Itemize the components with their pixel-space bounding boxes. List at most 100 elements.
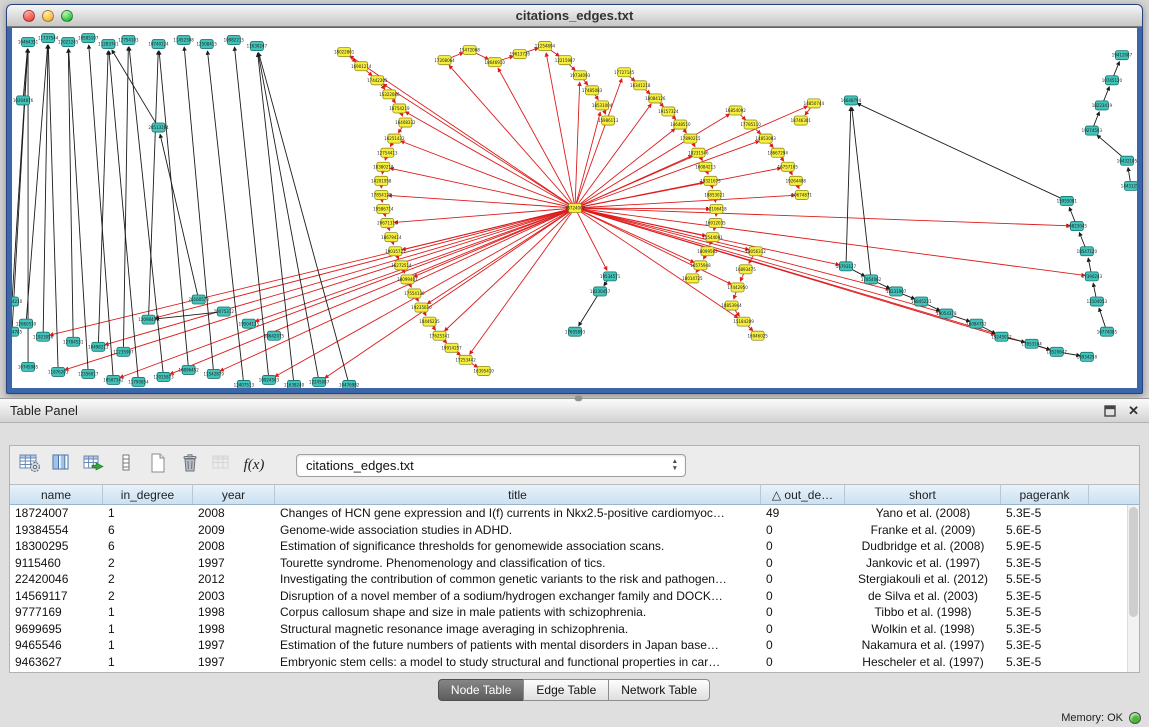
table-cell[interactable]: Tourette syndrome. Phenomenology and cla… — [275, 556, 761, 570]
column-visibility-button[interactable] — [48, 451, 76, 479]
graph-node[interactable]: 10476982 — [339, 380, 360, 388]
graph-edge[interactable] — [427, 208, 575, 304]
graph-node[interactable]: 11235907 — [113, 347, 134, 356]
table-cell[interactable]: 9115460 — [10, 556, 103, 570]
graph-edge[interactable] — [184, 47, 214, 374]
column-header-in_degree[interactable]: in_degree — [103, 485, 193, 504]
row-height-button[interactable] — [112, 451, 140, 479]
table-cell[interactable]: 1998 — [193, 622, 275, 636]
table-selector-dropdown[interactable]: citations_edges.txt ▲▼ — [296, 454, 686, 477]
graph-node[interactable]: 17485083 — [582, 86, 603, 95]
graph-edge[interactable] — [207, 51, 243, 385]
column-header-short[interactable]: short — [845, 485, 1001, 504]
table-cell[interactable]: Hescheler et al. (1997) — [845, 655, 1001, 669]
table-cell[interactable]: 5.5E-5 — [1001, 572, 1089, 586]
table-cell[interactable]: 22420046 — [10, 572, 103, 586]
table-cell[interactable]: Dudbridge et al. (2008) — [845, 539, 1001, 553]
scrollbar-thumb[interactable] — [1129, 507, 1138, 617]
graph-edge[interactable] — [220, 208, 575, 371]
graph-edge[interactable] — [123, 47, 128, 352]
graph-node[interactable]: 11638240 — [284, 380, 305, 388]
graph-node[interactable]: 11854210 — [12, 297, 23, 306]
graph-edge[interactable] — [575, 208, 749, 250]
table-cell[interactable]: 2009 — [193, 523, 275, 537]
graph-node[interactable]: 19235610 — [411, 303, 432, 312]
graph-node[interactable]: 17208064 — [434, 56, 455, 65]
graph-node[interactable]: 18754219 — [389, 104, 410, 113]
graph-edge[interactable] — [449, 65, 575, 208]
float-panel-icon[interactable] — [1104, 405, 1116, 417]
graph-node[interactable]: 16757105 — [778, 162, 799, 171]
graph-edge[interactable] — [857, 103, 1066, 201]
graph-node[interactable]: 10982215 — [224, 36, 245, 45]
graph-node[interactable]: 17442205 — [367, 76, 388, 85]
graph-edge[interactable] — [575, 79, 622, 208]
table-cell[interactable]: 1997 — [193, 638, 275, 652]
table-cell[interactable]: 5.9E-5 — [1001, 539, 1089, 553]
table-cell[interactable]: Jankovic et al. (1997) — [845, 556, 1001, 570]
graph-node[interactable]: 10745985 — [18, 362, 39, 371]
column-header-pagerank[interactable]: pagerank — [1001, 485, 1089, 504]
table-cell[interactable]: Structural magnetic resonance image aver… — [275, 622, 761, 636]
tab-edge-table[interactable]: Edge Table — [523, 679, 609, 701]
graph-node[interactable]: 18380218 — [373, 162, 394, 171]
column-header-out_de[interactable]: △ out_de… — [761, 485, 845, 504]
graph-edge[interactable] — [445, 208, 575, 331]
table-cell[interactable]: 0 — [761, 572, 845, 586]
graph-node[interactable]: 19412087 — [1112, 51, 1133, 60]
graph-edge[interactable] — [575, 141, 759, 208]
table-row[interactable]: 1456911722003Disruption of a novel membe… — [10, 588, 1139, 605]
graph-node[interactable]: 14648510 — [670, 120, 691, 129]
graph-node[interactable]: 16934258 — [1077, 352, 1098, 361]
table-row[interactable]: 1830029562008Estimation of significance … — [10, 538, 1139, 555]
graph-node[interactable]: 18056312 — [745, 247, 766, 256]
memory-indicator-dot[interactable] — [1129, 712, 1141, 724]
network-canvas-svg[interactable]: 1872400716251432127544131838021814201958… — [12, 28, 1137, 388]
table-cell[interactable]: 5.6E-5 — [1001, 523, 1089, 537]
graph-node[interactable]: 12407513 — [234, 380, 255, 388]
graph-node[interactable]: 10924503 — [259, 375, 280, 384]
delete-table-button[interactable] — [176, 451, 204, 479]
table-cell[interactable]: Embryonic stem cells: a model to study s… — [275, 655, 761, 669]
graph-node[interactable]: 18642075 — [264, 331, 285, 340]
graph-edge[interactable] — [68, 49, 73, 342]
table-row[interactable]: 946362711997Embryonic stem cells: a mode… — [10, 654, 1139, 671]
graph-node[interactable]: 19264408 — [786, 176, 807, 185]
graph-edge[interactable] — [129, 47, 163, 377]
graph-edge[interactable] — [575, 208, 889, 290]
graph-node[interactable]: 10234785 — [12, 327, 23, 336]
graph-edge[interactable] — [112, 50, 159, 127]
graph-node[interactable]: 16432105 — [1117, 156, 1137, 165]
table-row[interactable]: 946554611997Estimation of the future num… — [10, 637, 1139, 654]
table-cell[interactable]: Estimation of significance thresholds fo… — [275, 539, 761, 553]
graph-node[interactable]: 16272514 — [391, 261, 412, 270]
table-cell[interactable]: 19384554 — [10, 523, 103, 537]
table-row[interactable]: 911546021997Tourette syndrome. Phenomeno… — [10, 555, 1139, 572]
graph-node[interactable]: 16774085 — [1097, 327, 1118, 336]
import-table-button[interactable] — [208, 451, 236, 479]
table-cell[interactable]: 5.3E-5 — [1001, 556, 1089, 570]
table-cell[interactable]: 5.3E-5 — [1001, 506, 1089, 520]
graph-edge[interactable] — [383, 84, 575, 208]
graph-edge[interactable] — [575, 129, 675, 208]
graph-node[interactable]: 19734093 — [570, 71, 591, 80]
graph-node[interactable]: 18223419 — [1092, 101, 1113, 110]
graph-node[interactable]: 16084213 — [695, 162, 716, 171]
graph-node[interactable]: 11283741 — [98, 40, 119, 49]
table-cell[interactable]: 2008 — [193, 506, 275, 520]
graph-node[interactable]: 18520647 — [1047, 347, 1068, 356]
graph-node[interactable]: 17605893 — [565, 327, 586, 336]
graph-node[interactable]: 12098431 — [138, 315, 159, 324]
table-cell[interactable]: Corpus callosum shape and size in male p… — [275, 605, 761, 619]
graph-node[interactable]: 18679414 — [381, 233, 402, 242]
table-cell[interactable]: 5.3E-5 — [1001, 589, 1089, 603]
graph-node[interactable]: 10745120 — [1102, 76, 1123, 85]
graph-edge[interactable] — [575, 208, 940, 312]
graph-node[interactable]: 17253442 — [455, 355, 476, 364]
table-cell[interactable]: 2003 — [193, 589, 275, 603]
table-cell[interactable]: 9463627 — [10, 655, 103, 669]
graph-edge[interactable] — [69, 49, 89, 374]
graph-node[interactable]: 19035721 — [385, 247, 406, 256]
table-row[interactable]: 1938455462009Genome-wide association stu… — [10, 522, 1139, 539]
table-cell[interactable]: 0 — [761, 638, 845, 652]
